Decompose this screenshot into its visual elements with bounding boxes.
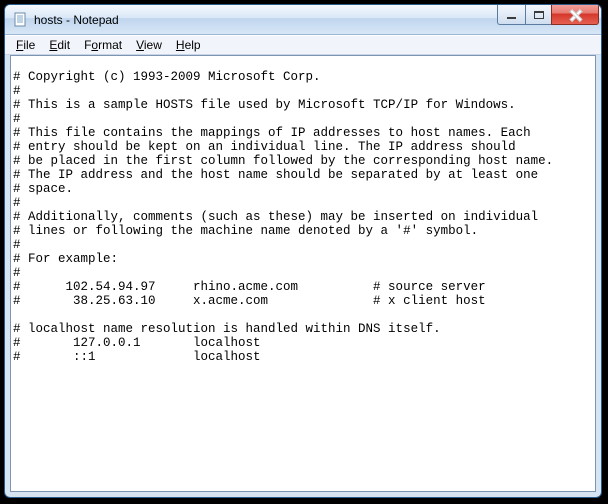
menu-edit-rest: dit — [57, 38, 70, 52]
menu-help[interactable]: Help — [169, 37, 208, 53]
line-p2-1: # Additionally, comments (such as these)… — [13, 210, 538, 224]
menubar: File Edit Format View Help — [5, 35, 601, 55]
menu-file[interactable]: File — [9, 37, 42, 53]
menu-help-rest: elp — [185, 38, 201, 52]
window-controls — [498, 5, 599, 34]
titlebar[interactable]: hosts - Notepad — [5, 5, 601, 35]
menu-format[interactable]: Format — [77, 37, 129, 53]
menu-format-rest: rmat — [98, 38, 122, 52]
line-p1-1: # This file contains the mappings of IP … — [13, 126, 531, 140]
close-icon — [569, 9, 582, 20]
menu-view[interactable]: View — [129, 37, 169, 53]
window-title: hosts - Notepad — [34, 13, 119, 27]
line-entry1: # 127.0.0.1 localhost — [13, 336, 261, 350]
line-example2: # 38.25.63.10 x.acme.com # x client host — [13, 294, 486, 308]
line-p1-5: # space. — [13, 182, 73, 196]
notepad-window: hosts - Notepad File Edit Format View He… — [4, 4, 602, 498]
maximize-icon — [534, 11, 544, 19]
text-content[interactable]: # Copyright (c) 1993-2009 Microsoft Corp… — [11, 69, 595, 365]
close-button[interactable] — [551, 5, 599, 25]
line-p1-2: # entry should be kept on an individual … — [13, 140, 516, 154]
menu-edit[interactable]: Edit — [42, 37, 77, 53]
line-example-hdr: # For example: — [13, 252, 118, 266]
maximize-button[interactable] — [525, 5, 552, 25]
menu-view-rest: iew — [144, 38, 162, 52]
line-example1: # 102.54.94.97 rhino.acme.com # source s… — [13, 280, 486, 294]
line-p2-2: # lines or following the machine name de… — [13, 224, 478, 238]
notepad-icon — [13, 12, 29, 28]
menu-file-rest: ile — [23, 38, 35, 52]
minimize-button[interactable] — [497, 5, 526, 25]
client-area-frame: # Copyright (c) 1993-2009 Microsoft Corp… — [10, 55, 596, 492]
line-dns-note: # localhost name resolution is handled w… — [13, 322, 441, 336]
minimize-icon — [507, 17, 516, 19]
line-desc1: # This is a sample HOSTS file used by Mi… — [13, 98, 516, 112]
line-p1-4: # The IP address and the host name shoul… — [13, 168, 538, 182]
line-p1-3: # be placed in the first column followed… — [13, 154, 553, 168]
line-entry2: # ::1 localhost — [13, 350, 261, 364]
text-area-scroll[interactable]: # Copyright (c) 1993-2009 Microsoft Corp… — [11, 56, 595, 491]
line-copyright: # Copyright (c) 1993-2009 Microsoft Corp… — [13, 70, 321, 84]
